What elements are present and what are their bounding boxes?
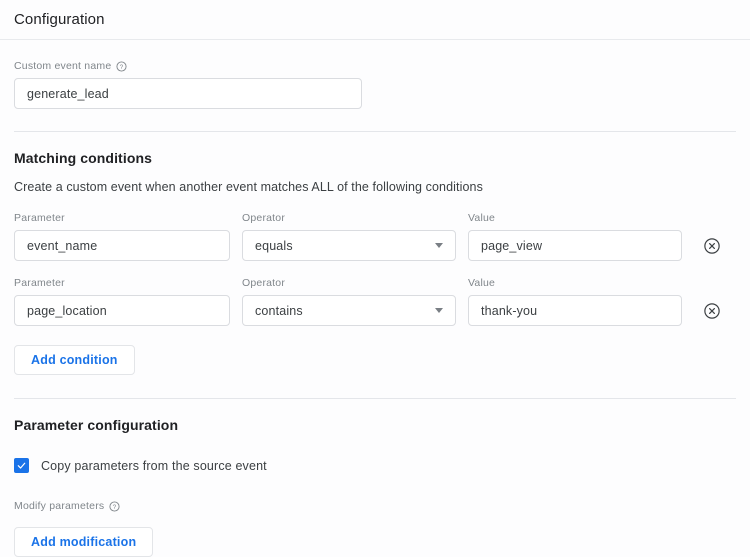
parameter-label: Parameter bbox=[14, 212, 65, 224]
page-title: Configuration bbox=[14, 11, 105, 28]
operator-select[interactable]: equals bbox=[242, 230, 456, 261]
chevron-down-icon bbox=[435, 308, 443, 313]
condition-value-group: Value page_view bbox=[468, 212, 682, 261]
panel-header: Configuration bbox=[0, 0, 750, 39]
copy-parameters-checkbox[interactable] bbox=[14, 458, 29, 473]
condition-row: Parameter event_name Operator equals Val… bbox=[14, 212, 736, 261]
custom-event-name-label: Custom event name ? bbox=[14, 60, 736, 73]
help-circle-icon[interactable]: ? bbox=[109, 501, 120, 512]
svg-text:?: ? bbox=[113, 504, 117, 511]
value-value: thank-you bbox=[481, 303, 538, 318]
value-input[interactable]: page_view bbox=[468, 230, 682, 261]
value-input[interactable]: thank-you bbox=[468, 295, 682, 326]
matching-conditions-section: Matching conditions Create a custom even… bbox=[0, 132, 750, 398]
add-condition-button[interactable]: Add condition bbox=[14, 345, 135, 375]
remove-circle-icon[interactable] bbox=[703, 302, 721, 320]
operator-value: contains bbox=[255, 303, 303, 318]
custom-event-name-section: Custom event name ? generate_lead bbox=[0, 40, 750, 131]
parameter-label: Parameter bbox=[14, 277, 65, 289]
condition-parameter-group: Parameter page_location bbox=[14, 277, 230, 326]
condition-value-group: Value thank-you bbox=[468, 277, 682, 326]
condition-remove-cell bbox=[694, 230, 730, 261]
copy-parameters-row[interactable]: Copy parameters from the source event bbox=[14, 458, 736, 473]
condition-operator-group: Operator contains bbox=[242, 277, 456, 326]
condition-row: Parameter page_location Operator contain… bbox=[14, 277, 736, 326]
chevron-down-icon bbox=[435, 243, 443, 248]
add-modification-row: Add modification bbox=[14, 527, 736, 557]
matching-conditions-title: Matching conditions bbox=[14, 150, 153, 166]
remove-circle-icon[interactable] bbox=[703, 237, 721, 255]
custom-event-name-label-text: Custom event name bbox=[14, 60, 112, 72]
modify-parameters-label: Modify parameters ? bbox=[14, 500, 736, 513]
value-label: Value bbox=[468, 277, 496, 289]
modify-parameters-label-text: Modify parameters bbox=[14, 500, 105, 512]
parameter-configuration-section: Parameter configuration Copy parameters … bbox=[0, 399, 750, 557]
matching-conditions-description: Create a custom event when another event… bbox=[14, 180, 483, 194]
condition-parameter-group: Parameter event_name bbox=[14, 212, 230, 261]
operator-label: Operator bbox=[242, 277, 286, 289]
custom-event-name-input[interactable]: generate_lead bbox=[14, 78, 362, 109]
parameter-value: page_location bbox=[27, 303, 107, 318]
parameter-input[interactable]: event_name bbox=[14, 230, 230, 261]
parameter-value: event_name bbox=[27, 238, 98, 253]
svg-text:?: ? bbox=[120, 64, 124, 71]
parameter-input[interactable]: page_location bbox=[14, 295, 230, 326]
condition-remove-cell bbox=[694, 295, 730, 326]
custom-event-name-value: generate_lead bbox=[27, 86, 109, 101]
copy-parameters-label: Copy parameters from the source event bbox=[41, 458, 267, 473]
value-value: page_view bbox=[481, 238, 543, 253]
operator-label: Operator bbox=[242, 212, 286, 224]
help-circle-icon[interactable]: ? bbox=[116, 61, 127, 72]
operator-value: equals bbox=[255, 238, 293, 253]
configuration-panel: Configuration Custom event name ? genera… bbox=[0, 0, 750, 557]
operator-select[interactable]: contains bbox=[242, 295, 456, 326]
add-condition-row: Add condition bbox=[14, 345, 736, 398]
condition-operator-group: Operator equals bbox=[242, 212, 456, 261]
add-modification-button[interactable]: Add modification bbox=[14, 527, 154, 557]
value-label: Value bbox=[468, 212, 496, 224]
parameter-configuration-title: Parameter configuration bbox=[14, 417, 179, 433]
